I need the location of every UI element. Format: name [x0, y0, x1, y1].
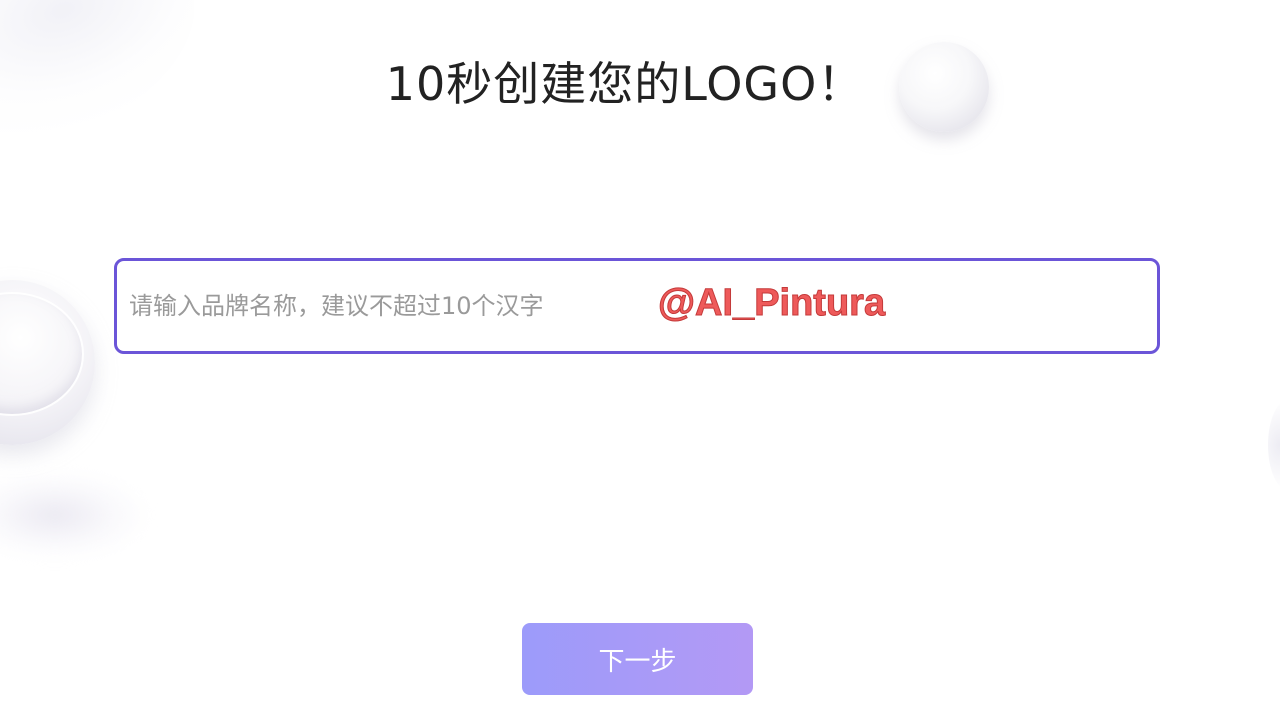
- brand-name-field: [114, 258, 1160, 354]
- logo-creator-page: 10秒创建您的LOGO！ @AI_Pintura 下一步: [0, 0, 1280, 707]
- brand-name-input[interactable]: [129, 261, 1139, 351]
- edge-decoration: [1268, 400, 1280, 490]
- next-step-button[interactable]: 下一步: [522, 623, 753, 695]
- page-title: 10秒创建您的LOGO！: [385, 57, 865, 111]
- blur-decoration: [0, 470, 150, 560]
